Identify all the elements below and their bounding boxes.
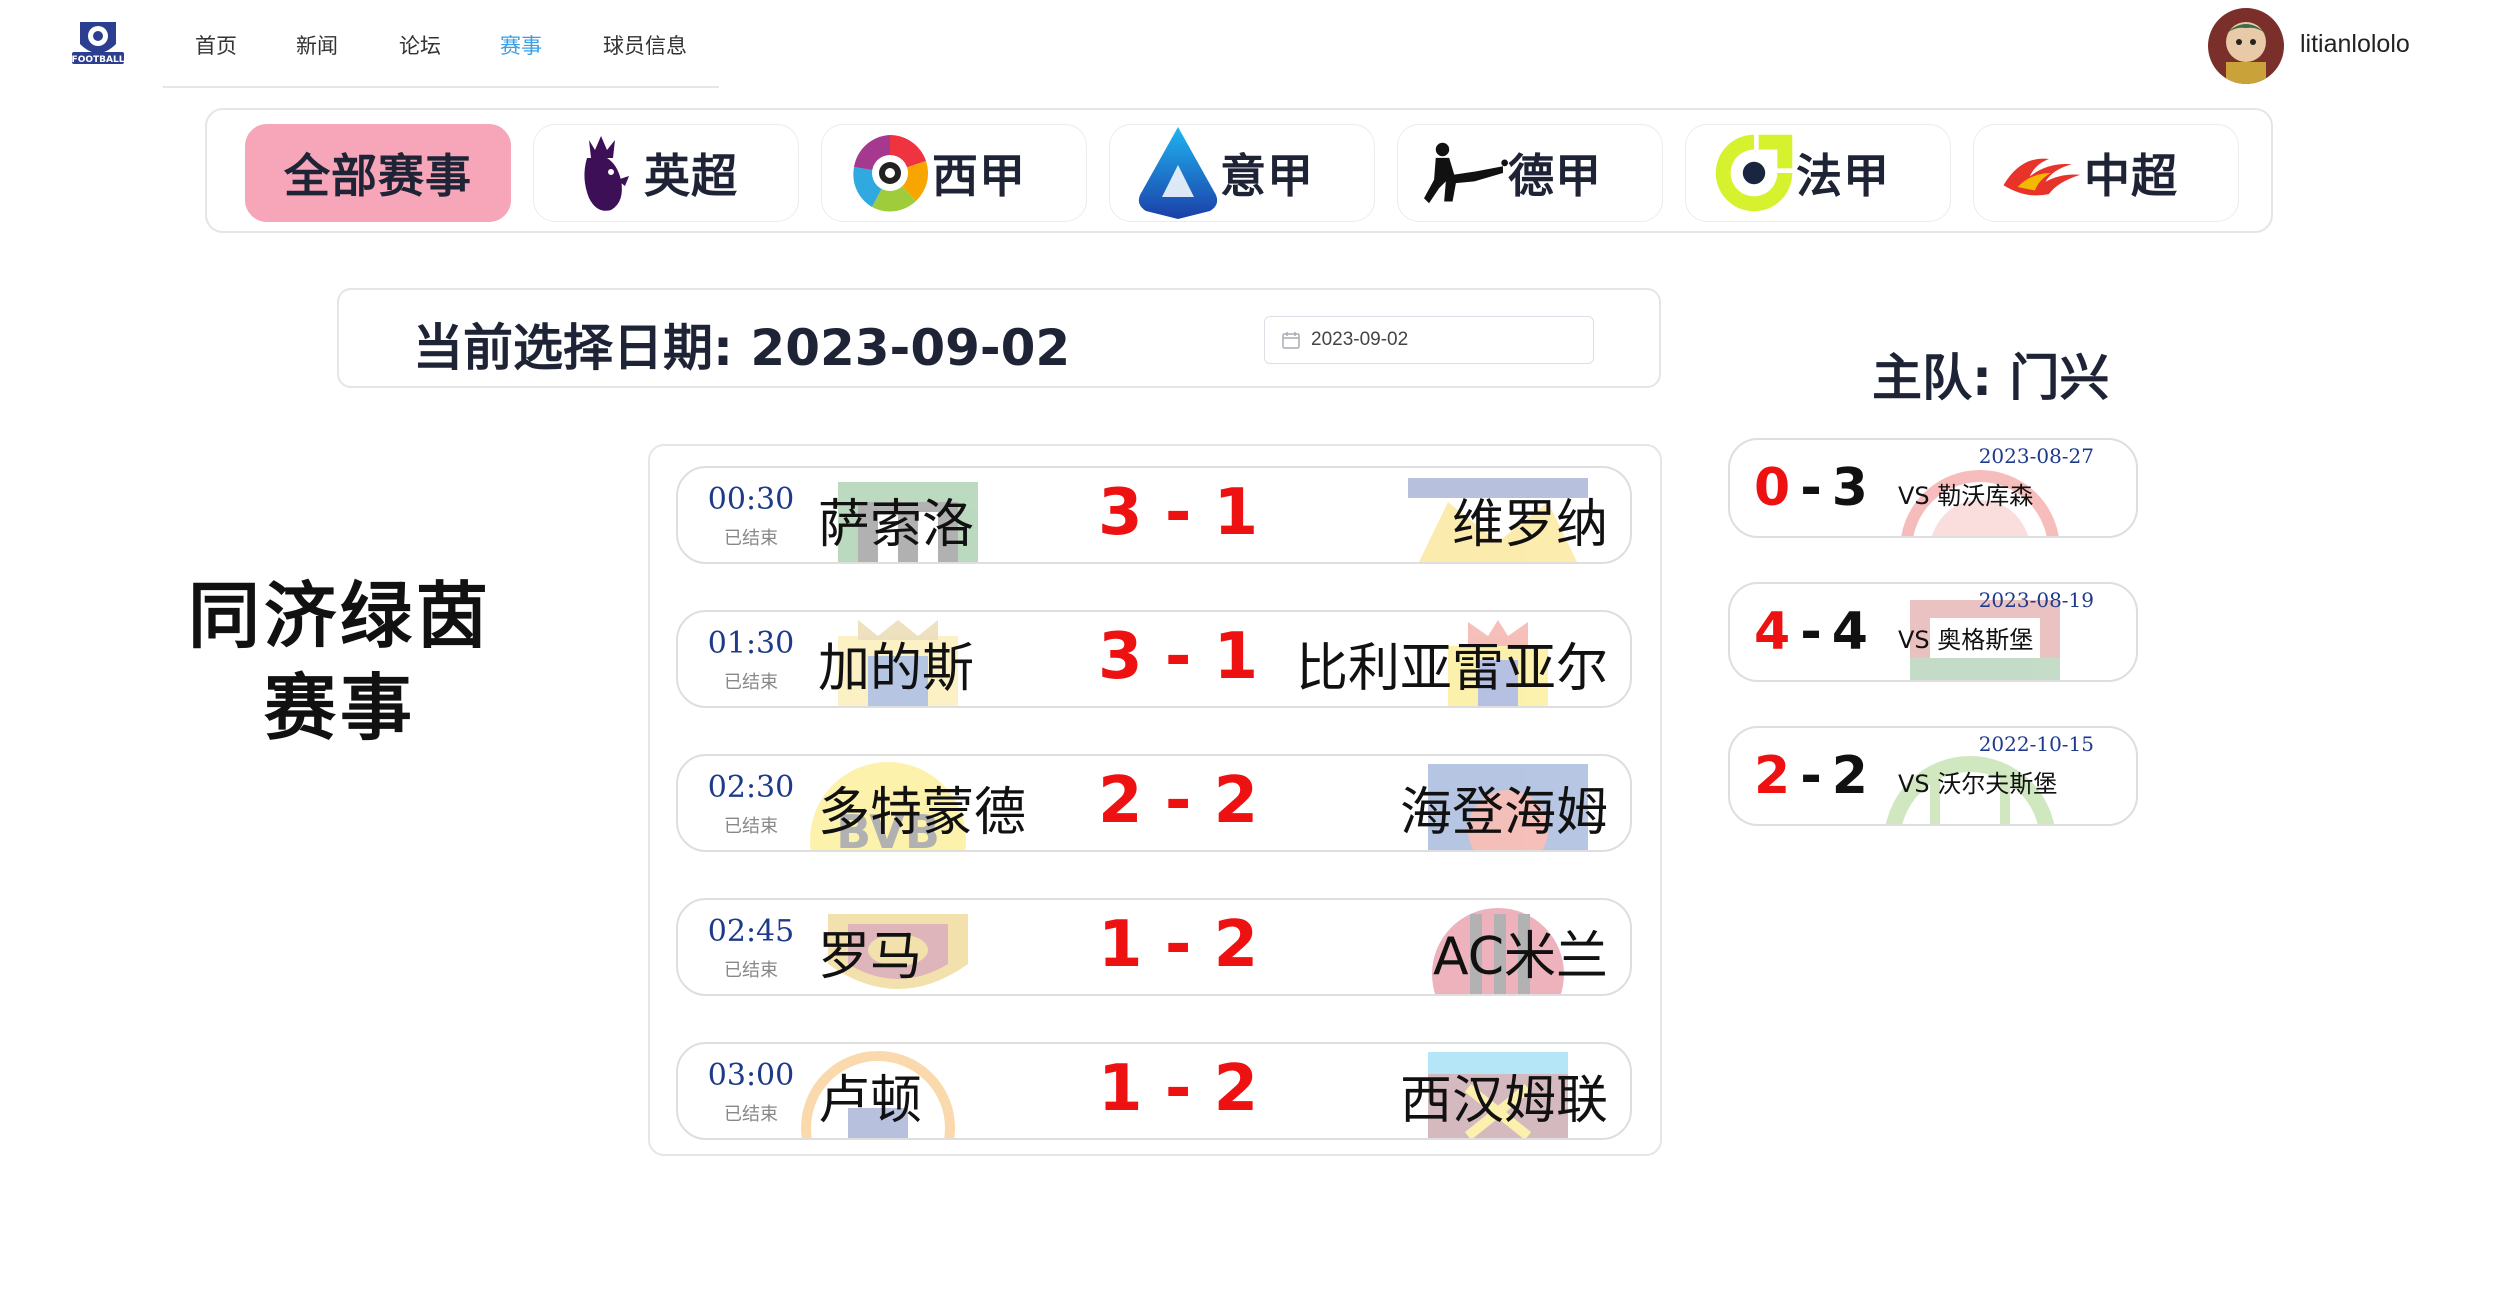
- history-score: 4-4: [1754, 602, 1868, 662]
- match-status: 已结束: [724, 528, 778, 549]
- site-logo-icon[interactable]: FOOTBALL: [70, 18, 126, 66]
- opponent-name: 勒沃库森: [1937, 482, 2034, 510]
- date-input-field[interactable]: [1311, 329, 1571, 351]
- history-opponent: VS 沃尔夫斯堡: [1898, 764, 2057, 799]
- league-tab-ligue1[interactable]: 法甲: [1685, 124, 1951, 222]
- history-opponent: VS 奥格斯堡: [1898, 620, 2033, 655]
- league-tab-laliga[interactable]: 西甲: [821, 124, 1087, 222]
- ligue1-icon: [1712, 124, 1796, 222]
- history-home-score: 4: [1754, 602, 1791, 662]
- match-card[interactable]: 00:30 已结束 萨索洛 3 - 1 维罗纳: [676, 466, 1632, 564]
- match-time: 02:30: [707, 770, 795, 805]
- csl-icon: [2000, 124, 2084, 222]
- league-tab-label: 德甲: [1508, 149, 1602, 203]
- home-team-name: 萨索洛: [818, 495, 975, 555]
- league-tab-label: 意甲: [1220, 149, 1314, 203]
- match-score: 2 - 2: [1098, 764, 1259, 838]
- selected-date-title: 当前选择日期: 2023-09-02: [413, 319, 1071, 377]
- nav-forum[interactable]: 论坛: [399, 30, 441, 60]
- match-score: 1 - 2: [1098, 908, 1259, 982]
- league-tab-premier-league[interactable]: 英超: [533, 124, 799, 222]
- league-tab-serie-a[interactable]: 意甲: [1109, 124, 1375, 222]
- nav-news[interactable]: 新闻: [296, 30, 338, 60]
- serie-a-icon: [1136, 124, 1220, 222]
- match-card[interactable]: 01:30 已结束 加的斯 3 - 1 比利亚雷亚尔: [676, 610, 1632, 708]
- match-status: 已结束: [724, 1104, 778, 1125]
- away-team-name: 海登海姆: [1399, 783, 1608, 843]
- history-home-team-title: 主队: 门兴: [1872, 349, 2110, 407]
- home-team-name: 加的斯: [818, 639, 975, 699]
- history-home-score: 0: [1754, 458, 1791, 518]
- side-title-line1: 同济绿茵: [187, 574, 492, 658]
- league-tab-label: 法甲: [1796, 149, 1890, 203]
- away-team-name: AC米兰: [1433, 927, 1608, 987]
- match-card[interactable]: 03:00 已结束 卢顿 1 - 2 西汉姆联: [676, 1042, 1632, 1140]
- match-status: 已结束: [724, 960, 778, 981]
- league-filter-bar: 全部赛事 英超 西甲 意甲 德甲 法甲 中超: [205, 108, 2273, 233]
- home-team-name: 卢顿: [818, 1071, 923, 1131]
- history-away-score: 4: [1831, 602, 1868, 662]
- league-tab-bundesliga[interactable]: 德甲: [1397, 124, 1663, 222]
- match-list: 00:30 已结束 萨索洛 3 - 1 维罗纳 01:30 已结束 加的斯 3 …: [648, 444, 1662, 1156]
- premier-league-icon: [560, 124, 644, 222]
- history-match-date: 2023-08-27: [1978, 444, 2094, 468]
- history-match-date: 2023-08-19: [1978, 588, 2094, 612]
- history-home-score: 2: [1754, 746, 1791, 806]
- history-match-card[interactable]: 2023-08-27 0-3 VS 勒沃库森: [1728, 438, 2138, 538]
- match-time: 00:30: [707, 482, 795, 517]
- history-match-date: 2022-10-15: [1978, 732, 2094, 756]
- history-match-card[interactable]: 2023-08-19 4-4 VS 奥格斯堡: [1728, 582, 2138, 682]
- match-time: 03:00: [707, 1058, 795, 1093]
- history-score: 0-3: [1754, 458, 1868, 518]
- top-navbar: FOOTBALL 首页 新闻 论坛 赛事 球员信息 litianlololo: [0, 0, 2512, 90]
- opponent-name: 奥格斯堡: [1937, 626, 2034, 654]
- match-card[interactable]: 02:45 已结束 罗马 1 - 2 AC米兰: [676, 898, 1632, 996]
- match-status: 已结束: [724, 816, 778, 837]
- home-team-name: 罗马: [818, 927, 923, 987]
- laliga-icon: [848, 124, 932, 222]
- site-section-title: 同济绿茵 赛事: [160, 570, 520, 754]
- nav-player-info[interactable]: 球员信息: [603, 30, 687, 60]
- vs-label: VS: [1898, 626, 1930, 654]
- match-score: 1 - 2: [1098, 1052, 1259, 1126]
- history-opponent: VS 勒沃库森: [1898, 476, 2033, 511]
- user-avatar[interactable]: [2208, 8, 2284, 84]
- main-nav: 首页 新闻 论坛 赛事 球员信息: [163, 0, 719, 88]
- nav-home[interactable]: 首页: [195, 30, 237, 60]
- match-card[interactable]: BVB 02:30 已结束 多特蒙德 2 - 2 海登海姆: [676, 754, 1632, 852]
- away-team-name: 比利亚雷亚尔: [1295, 639, 1608, 699]
- history-away-score: 3: [1831, 458, 1868, 518]
- league-tab-label: 中超: [2084, 149, 2178, 203]
- username[interactable]: litianlololo: [2300, 30, 2410, 59]
- opponent-name: 沃尔夫斯堡: [1937, 770, 2058, 798]
- date-selector-panel: 当前选择日期: 2023-09-02: [337, 288, 1661, 388]
- nav-matches[interactable]: 赛事: [500, 30, 542, 60]
- home-team-name: 多特蒙德: [818, 783, 1027, 843]
- calendar-icon: [1282, 332, 1300, 349]
- date-picker[interactable]: [1264, 316, 1594, 364]
- match-time: 01:30: [707, 626, 795, 661]
- bundesliga-icon: [1424, 124, 1508, 222]
- league-tab-label: 全部赛事: [284, 149, 472, 203]
- history-score: 2-2: [1754, 746, 1868, 806]
- league-tab-label: 英超: [644, 149, 738, 203]
- away-team-name: 维罗纳: [1451, 495, 1608, 555]
- match-score: 3 - 1: [1098, 620, 1259, 694]
- league-tab-all[interactable]: 全部赛事: [245, 124, 511, 222]
- logo-text: FOOTBALL: [72, 55, 125, 65]
- league-tab-label: 西甲: [932, 149, 1026, 203]
- vs-label: VS: [1898, 482, 1930, 510]
- history-match-card[interactable]: 2022-10-15 2-2 VS 沃尔夫斯堡: [1728, 726, 2138, 826]
- match-time: 02:45: [707, 914, 795, 949]
- history-away-score: 2: [1831, 746, 1868, 806]
- match-status: 已结束: [724, 672, 778, 693]
- away-team-name: 西汉姆联: [1399, 1071, 1608, 1131]
- match-score: 3 - 1: [1098, 476, 1259, 550]
- side-title-line2: 赛事: [263, 666, 416, 750]
- league-tab-csl[interactable]: 中超: [1973, 124, 2239, 222]
- vs-label: VS: [1898, 770, 1930, 798]
